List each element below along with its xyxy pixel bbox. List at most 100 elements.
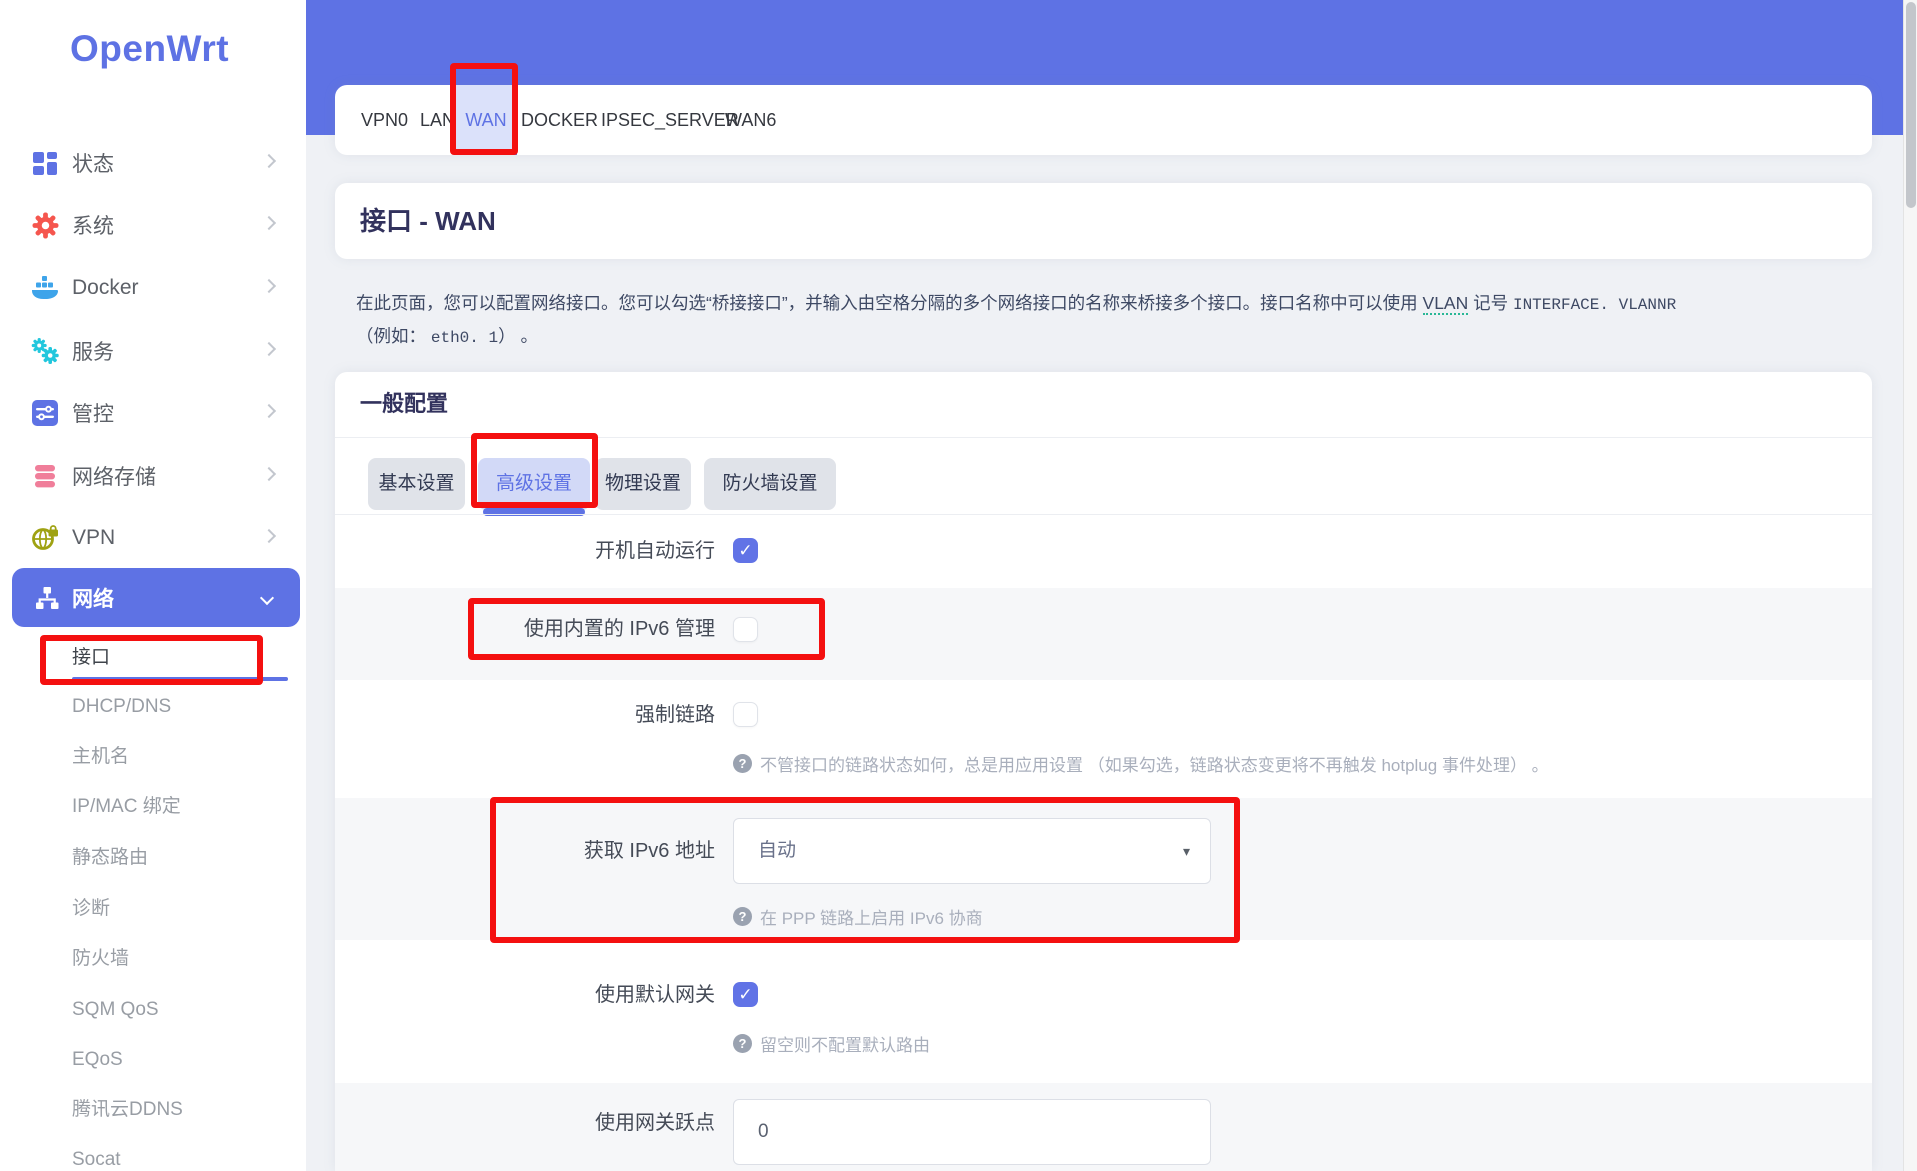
sidebar-subitem-eqos[interactable]: EQoS: [72, 1040, 292, 1080]
gear-icon: [30, 210, 60, 240]
field-label: 获取 IPv6 地址: [335, 798, 715, 904]
sidebar-item-label: 状态: [72, 148, 114, 178]
page-title-card: 接口 - WAN: [335, 183, 1872, 259]
tab-wan[interactable]: WAN: [455, 85, 517, 155]
interface-vlannr-code: INTERFACE. VLANNR: [1513, 296, 1676, 314]
page-description: 在此页面，您可以配置网络接口。您可以勾选“桥接接口”，并输入由空格分隔的多个网络…: [356, 288, 1866, 354]
tab-ipsec-server[interactable]: IPSEC_SERVER: [601, 85, 739, 155]
divider: [335, 437, 1872, 438]
sidebar-item-label: VPN: [72, 526, 115, 550]
sidebar-subitem-socat[interactable]: Socat: [72, 1140, 292, 1171]
sidebar-item-system[interactable]: 系统: [0, 194, 306, 256]
sidebar-subitem-interfaces[interactable]: 接口: [72, 638, 292, 678]
sidebar-subitem-hostname[interactable]: 主机名: [72, 737, 292, 777]
sidebar-item-label: 系统: [72, 210, 114, 240]
form-row-force-link: 强制链路 ?不管接口的链路状态如何，总是用应用设置 （如果勾选，链路状态变更将不…: [335, 680, 1872, 798]
database-icon: [30, 461, 60, 491]
form-row-bring-up-on-boot: 开机自动运行 ✓: [335, 514, 1872, 588]
eth0-code: eth0. 1: [431, 329, 498, 347]
field-help: ?在 PPP 链路上启用 IPv6 协商: [733, 901, 983, 931]
tab-physical-settings[interactable]: 物理设置: [595, 458, 691, 510]
tab-firewall-settings[interactable]: 防火墙设置: [704, 458, 836, 510]
active-tab-underline: [455, 150, 517, 155]
general-config-card: 一般配置 基本设置 高级设置 物理设置 防火墙设置 开机自动运行 ✓ 使用内置的…: [335, 372, 1872, 1171]
description-line2: （例如： eth0. 1） 。: [356, 321, 1866, 354]
field-label: 强制链路: [335, 680, 715, 750]
sidebar-item-label: 服务: [72, 336, 114, 366]
sidebar-subitem-dhcp-dns[interactable]: DHCP/DNS: [72, 687, 292, 727]
sidebar-subitem-tencent-ddns[interactable]: 腾讯云DDNS: [72, 1090, 292, 1130]
sidebar-subitem-static-routes[interactable]: 静态路由: [72, 838, 292, 878]
field-label: 使用网关跃点: [335, 1083, 715, 1163]
services-icon: [30, 336, 60, 366]
openwrt-logo[interactable]: OpenWrt: [70, 28, 229, 70]
sidebar-item-status[interactable]: 状态: [0, 132, 306, 194]
sidebar-item-label: 网络存储: [72, 461, 156, 491]
tab-wan-label: WAN: [465, 110, 506, 130]
chevron-right-icon: [262, 154, 276, 168]
force-link-checkbox[interactable]: [733, 702, 758, 727]
sidebar-item-control[interactable]: 管控: [0, 382, 306, 444]
tab-basic-settings[interactable]: 基本设置: [368, 458, 465, 510]
dashboard-icon: [30, 148, 60, 178]
sidebar-subitem-sqm-qos[interactable]: SQM QoS: [72, 990, 292, 1030]
vlan-abbr[interactable]: VLAN: [1423, 293, 1469, 315]
interface-tabs-card: VPN0 LAN WAN DOCKER IPSEC_SERVER WAN6: [335, 85, 1872, 155]
obtain-ipv6-select[interactable]: 自动 ▾: [733, 818, 1211, 884]
sidebar-subitem-diagnostics[interactable]: 诊断: [72, 889, 292, 929]
help-icon: ?: [733, 754, 752, 773]
sidebar-item-docker[interactable]: Docker: [0, 257, 306, 319]
bring-up-on-boot-checkbox[interactable]: ✓: [733, 538, 758, 563]
chevron-right-icon: [262, 342, 276, 356]
default-gateway-checkbox[interactable]: ✓: [733, 982, 758, 1007]
sidebar: OpenWrt 状态 系统 Docker 服务: [0, 0, 306, 1171]
chevron-right-icon: [262, 216, 276, 230]
field-help: ?留空则不配置默认路由: [733, 1028, 930, 1058]
sidebar-item-vpn[interactable]: VPN: [0, 507, 306, 569]
active-submenu-underline: [72, 677, 288, 681]
sidebar-item-label: 网络: [72, 583, 114, 613]
dropdown-arrow-icon: ▾: [1183, 819, 1190, 883]
page-title: 接口 - WAN: [360, 183, 496, 259]
field-label: 开机自动运行: [335, 514, 715, 588]
page-scrollbar[interactable]: [1903, 0, 1917, 1171]
chevron-right-icon: [262, 529, 276, 543]
chevron-right-icon: [262, 404, 276, 418]
sidebar-item-label: Docker: [72, 276, 139, 300]
form-row-default-gateway: 使用默认网关 ✓ ?留空则不配置默认路由: [335, 940, 1872, 1083]
form-row-obtain-ipv6: 获取 IPv6 地址 自动 ▾ ?在 PPP 链路上启用 IPv6 协商: [335, 798, 1872, 940]
tab-docker[interactable]: DOCKER: [521, 85, 598, 155]
field-label: 使用内置的 IPv6 管理: [335, 588, 715, 670]
chevron-right-icon: [262, 467, 276, 481]
tab-lan[interactable]: LAN: [420, 85, 455, 155]
field-help: ?不管接口的链路状态如何，总是用应用设置 （如果勾选，链路状态变更将不再触发 h…: [733, 748, 1549, 778]
sitemap-icon: [32, 583, 62, 613]
help-icon: ?: [733, 1034, 752, 1053]
selected-value: 自动: [758, 819, 796, 883]
tab-wan6[interactable]: WAN6: [725, 85, 776, 155]
section-title: 一般配置: [360, 386, 448, 418]
check-icon: ✓: [738, 541, 752, 560]
tab-vpn0[interactable]: VPN0: [361, 85, 408, 155]
gateway-metric-input[interactable]: [733, 1099, 1211, 1165]
sidebar-item-label: 管控: [72, 398, 114, 428]
scrollbar-thumb[interactable]: [1906, 2, 1916, 208]
sidebar-subitem-ip-mac-binding[interactable]: IP/MAC 绑定: [72, 787, 292, 827]
sidebar-subitem-firewall[interactable]: 防火墙: [72, 939, 292, 979]
form-row-builtin-ipv6: 使用内置的 IPv6 管理: [335, 588, 1872, 680]
check-icon: ✓: [738, 985, 752, 1004]
sidebar-item-network[interactable]: 网络: [12, 568, 300, 627]
help-icon: ?: [733, 907, 752, 926]
sidebar-item-network-storage[interactable]: 网络存储: [0, 445, 306, 507]
tab-advanced-settings[interactable]: 高级设置: [478, 458, 590, 510]
docker-icon: [30, 273, 60, 303]
form-row-gateway-metric: 使用网关跃点: [335, 1083, 1872, 1171]
description-line1: 在此页面，您可以配置网络接口。您可以勾选“桥接接口”，并输入由空格分隔的多个网络…: [356, 288, 1866, 321]
builtin-ipv6-checkbox[interactable]: [733, 617, 758, 642]
field-label: 使用默认网关: [335, 940, 715, 1050]
sidebar-item-services[interactable]: 服务: [0, 320, 306, 382]
chevron-right-icon: [262, 279, 276, 293]
chevron-down-icon: [260, 590, 274, 604]
openwrt-admin-page: 自动刷新 开 OpenWrt 状态 系统 Docker: [0, 0, 1917, 1171]
vpn-globe-lock-icon: [30, 523, 60, 553]
